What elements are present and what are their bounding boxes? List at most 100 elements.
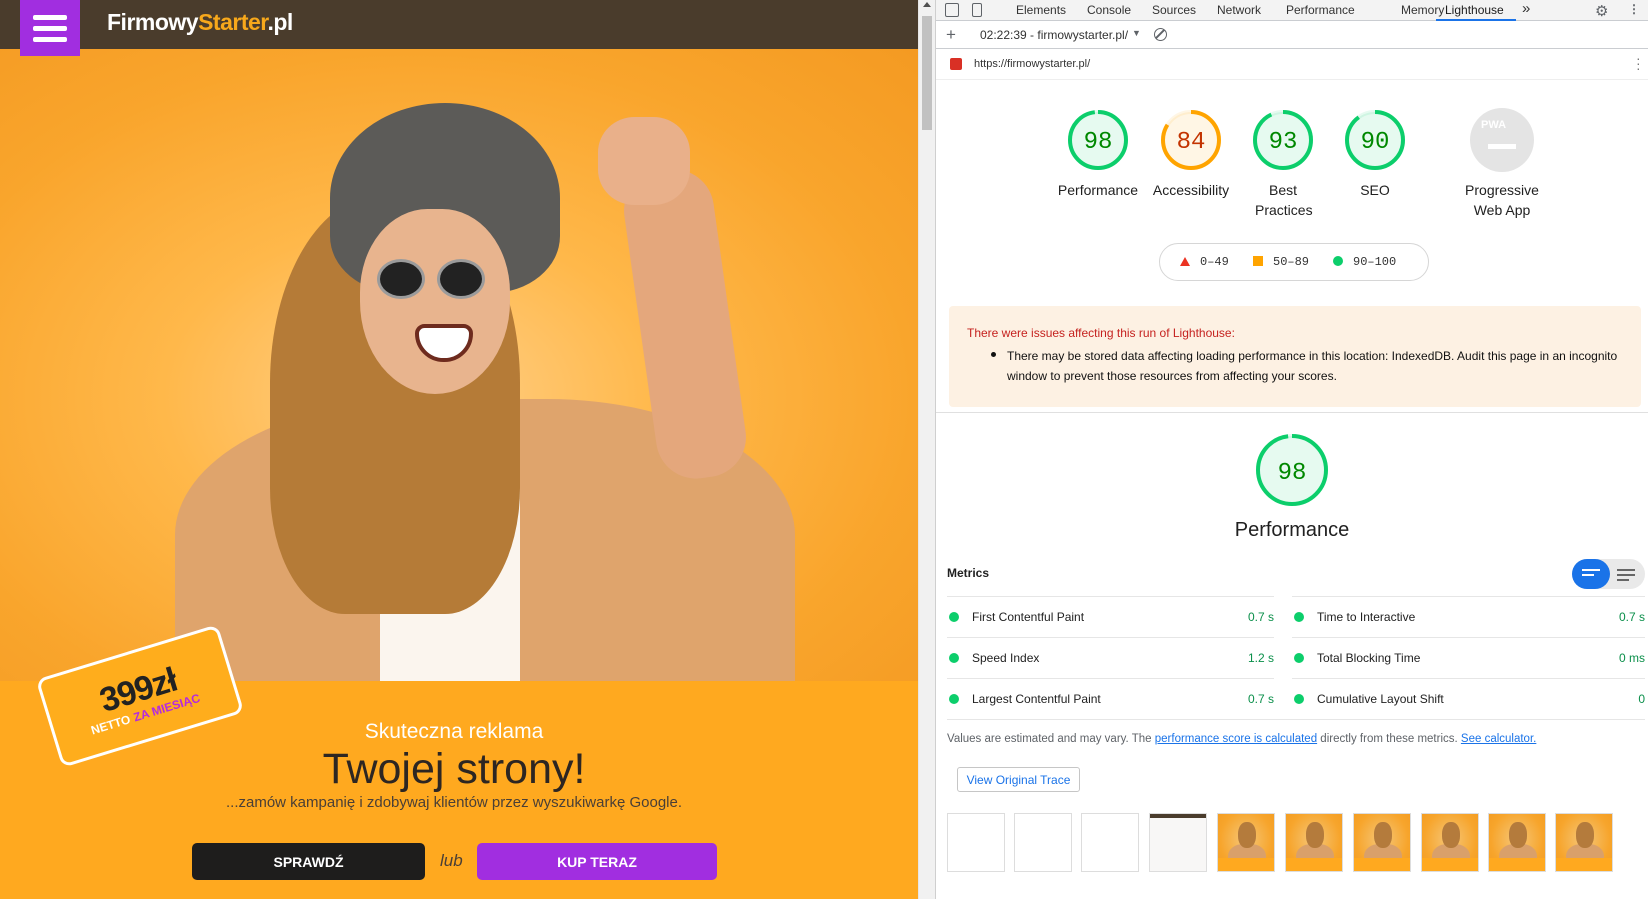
tab-memory[interactable]: Memory xyxy=(1401,3,1444,17)
tab-lighthouse[interactable]: Lighthouse xyxy=(1445,3,1504,17)
gauge-score: 98 xyxy=(1278,460,1307,487)
metrics-heading: Metrics xyxy=(947,566,990,580)
metric-value: 0 xyxy=(1638,692,1645,706)
gauge-label: Accessibility xyxy=(1152,182,1230,198)
metric-value: 1.2 s xyxy=(1247,651,1274,665)
gauge-pwa[interactable]: PWA Progressive Web App xyxy=(1456,108,1548,220)
lighthouse-toolbar: + 02:22:39 - firmowystarter.pl/ ▼ xyxy=(936,21,1648,49)
gauge-label: SEO xyxy=(1360,182,1390,198)
hamburger-menu-icon[interactable] xyxy=(20,0,80,56)
view-original-trace-button[interactable]: View Original Trace xyxy=(957,767,1080,792)
metric-row: Total Blocking Time 0 ms xyxy=(1292,637,1645,678)
report-url-bar: https://firmowystarter.pl/ · · · xyxy=(936,50,1648,80)
logo-part-2: Starter xyxy=(198,9,268,35)
metric-name: First Contentful Paint xyxy=(972,610,1085,624)
inspect-icon[interactable] xyxy=(945,3,959,17)
gauge-label-pwa: Progressive Web App xyxy=(1465,182,1539,218)
tab-network[interactable]: Network xyxy=(1217,3,1261,17)
more-kebab-icon[interactable]: ⋮ xyxy=(1628,2,1640,16)
fail-triangle-icon xyxy=(1180,257,1190,266)
gauge-label: Best Practices xyxy=(1255,182,1313,218)
expanded-view-icon[interactable] xyxy=(1617,569,1635,584)
or-text: lub xyxy=(440,851,463,870)
filmstrip-frame xyxy=(1488,813,1546,872)
pwa-badge-icon: PWA xyxy=(1470,108,1534,172)
pass-circle-icon xyxy=(949,653,959,663)
scroll-up-arrow-icon[interactable] xyxy=(923,2,931,7)
check-button[interactable]: SPRAWDŹ xyxy=(192,843,425,880)
tab-elements[interactable]: Elements xyxy=(1016,3,1066,17)
scroll-thumb[interactable] xyxy=(922,16,932,130)
hero-image xyxy=(0,49,918,681)
metrics-note: Values are estimated and may vary. The p… xyxy=(947,733,1537,745)
add-report-icon[interactable]: + xyxy=(946,25,956,45)
metric-row: First Contentful Paint 0.7 s xyxy=(947,596,1274,637)
score-calculated-link[interactable]: performance score is calculated xyxy=(1155,733,1317,745)
settings-gear-icon[interactable]: ⚙ xyxy=(1595,2,1608,20)
logo-part-3: .pl xyxy=(267,9,293,35)
gauge-score: 98 xyxy=(1084,129,1113,156)
pass-circle-icon xyxy=(949,612,959,622)
filmstrip-frame xyxy=(1014,813,1072,872)
performance-title: Performance xyxy=(1234,519,1350,541)
clear-icon[interactable] xyxy=(1154,28,1167,41)
gauge-performance[interactable]: 98 Performance xyxy=(1052,108,1144,200)
gauge-label: Performance xyxy=(1057,182,1139,198)
filmstrip-frame xyxy=(1081,813,1139,872)
sunglasses-right xyxy=(437,259,485,299)
tagline-big: Twojej strony! xyxy=(322,745,586,793)
tab-sources[interactable]: Sources xyxy=(1152,3,1196,17)
warning-text: There may be stored data affecting loadi… xyxy=(1007,349,1618,383)
metric-value: 0.7 s xyxy=(1247,610,1274,624)
site-logo[interactable]: FirmowyStarter.pl xyxy=(107,9,293,36)
hero-person-face xyxy=(360,209,510,394)
devtools-tab-bar: Elements Console Sources Network Perform… xyxy=(936,0,1648,21)
metric-value: 0.7 s xyxy=(1618,610,1645,624)
metric-name: Time to Interactive xyxy=(1317,610,1416,624)
see-calculator-link[interactable]: See calculator. xyxy=(1461,733,1536,745)
filmstrip-frame xyxy=(1217,813,1275,872)
device-toggle-icon[interactable] xyxy=(972,3,982,17)
metric-name: Speed Index xyxy=(972,651,1040,665)
score-legend: 0–49 50–89 90–100 xyxy=(1159,243,1429,281)
buy-now-button[interactable]: KUP TERAZ xyxy=(477,843,717,880)
metric-row: Largest Contentful Paint 0.7 s xyxy=(947,678,1274,719)
sunglasses-left xyxy=(377,259,425,299)
gauge-score: 93 xyxy=(1269,129,1298,156)
more-tabs-icon[interactable]: » xyxy=(1522,0,1530,17)
report-selector[interactable]: 02:22:39 - firmowystarter.pl/ xyxy=(980,28,1128,42)
legend-fail: 0–49 xyxy=(1180,255,1229,269)
report-url[interactable]: https://firmowystarter.pl/ xyxy=(974,58,1090,70)
gauge-seo[interactable]: 90 SEO xyxy=(1329,108,1421,200)
warning-title: There were issues affecting this run of … xyxy=(967,326,1235,340)
metrics-bottom-rule xyxy=(947,719,1645,720)
hero-person-fist xyxy=(598,117,690,205)
filmstrip-frame xyxy=(1353,813,1411,872)
pwa-badge-text: PWA xyxy=(1481,119,1507,131)
tab-console[interactable]: Console xyxy=(1087,3,1131,17)
pass-circle-icon xyxy=(1294,653,1304,663)
devtools-panel: Elements Console Sources Network Perform… xyxy=(936,0,1648,899)
page-scrollbar[interactable] xyxy=(918,0,935,899)
metric-value: 0.7 s xyxy=(1247,692,1274,706)
metric-row: Time to Interactive 0.7 s xyxy=(1292,596,1645,637)
metric-name: Largest Contentful Paint xyxy=(972,692,1101,706)
legend-pass: 90–100 xyxy=(1333,255,1396,269)
compact-view-icon[interactable] xyxy=(1572,559,1610,589)
gauge-score: 90 xyxy=(1361,129,1390,156)
metrics-view-toggle[interactable] xyxy=(1572,559,1645,589)
performance-gauge-large: 98 xyxy=(1256,434,1328,506)
report-menu-icon[interactable]: · · · xyxy=(1636,51,1641,75)
pass-circle-icon xyxy=(1333,256,1343,266)
gauge-accessibility[interactable]: 84 Accessibility xyxy=(1145,108,1237,200)
gauge-score: 84 xyxy=(1177,129,1206,156)
filmstrip-frame xyxy=(947,813,1005,872)
metric-name: Cumulative Layout Shift xyxy=(1317,692,1444,706)
tagline-sub: ...zamów kampanię i zdobywaj klientów pr… xyxy=(225,794,683,811)
tab-performance[interactable]: Performance xyxy=(1286,3,1355,17)
gauge-best-practices[interactable]: 93 Best Practices xyxy=(1237,108,1329,220)
dropdown-caret-icon[interactable]: ▼ xyxy=(1132,28,1141,38)
filmstrip-frame xyxy=(1555,813,1613,872)
lock-icon xyxy=(950,58,962,70)
metric-name: Total Blocking Time xyxy=(1317,651,1421,665)
